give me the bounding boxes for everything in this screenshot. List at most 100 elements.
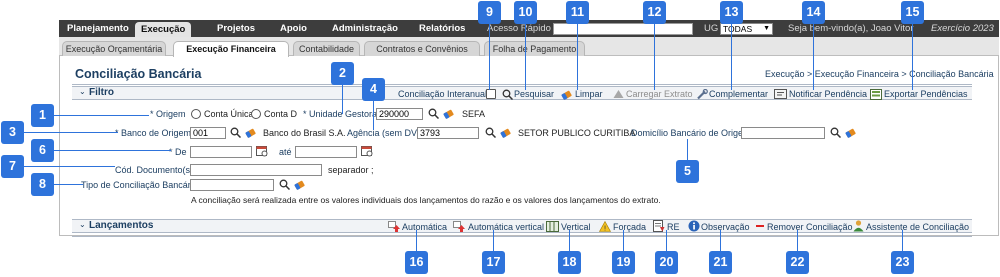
domicilio-bancario-input[interactable]	[741, 127, 825, 139]
vertical-button[interactable]: Vertical	[561, 222, 591, 232]
search-icon[interactable]	[279, 179, 290, 190]
pesquisar-button[interactable]: Pesquisar	[514, 89, 554, 99]
tab-execucao-orcamentaria[interactable]: Execução Orçamentária	[62, 41, 166, 56]
search-icon[interactable]	[502, 89, 513, 100]
info-icon[interactable]	[688, 220, 700, 232]
unidade-gestora-label: * Unidade Gestora	[303, 109, 378, 119]
unidade-gestora-input[interactable]: 290000	[376, 108, 423, 120]
callout-line-21	[720, 230, 721, 252]
unidade-gestora-description: SEFA	[462, 109, 486, 119]
tab-execucao-financeira[interactable]: Execução Financeira	[173, 41, 289, 57]
callout-line-19	[623, 230, 624, 252]
exportar-pendencias-button[interactable]: Exportar Pendências	[884, 89, 968, 99]
cod-documento-input[interactable]	[190, 164, 322, 176]
menu-projetos[interactable]: Projetos	[217, 20, 255, 37]
calendar-icon[interactable]	[256, 145, 268, 157]
quick-access-input[interactable]	[553, 23, 693, 35]
callout-badge-7: 7	[1, 155, 24, 178]
document-icon[interactable]	[653, 220, 665, 232]
callout-badge-8: 8	[31, 173, 54, 196]
origem-label: * Origem	[150, 109, 186, 119]
callout-badge-2: 2	[331, 62, 354, 85]
search-icon[interactable]	[485, 127, 496, 138]
cod-documento-label: Cód. Documento(s)	[115, 165, 194, 175]
eraser-icon[interactable]	[443, 108, 455, 119]
minus-icon[interactable]	[755, 221, 765, 231]
ug-select[interactable]: TODAS ▼	[720, 23, 773, 35]
re-button[interactable]: RE	[667, 222, 680, 232]
assistente-conciliacao-button[interactable]: Assistente de Conciliação	[866, 222, 969, 232]
page-title: Conciliação Bancária	[75, 67, 202, 81]
callout-badge-15: 15	[901, 1, 924, 24]
callout-line-20	[666, 230, 667, 252]
search-icon[interactable]	[230, 127, 241, 138]
warning-icon[interactable]: !	[599, 221, 611, 232]
vertical-icon[interactable]	[546, 221, 559, 232]
origem-radio-conta-unica[interactable]	[191, 109, 201, 119]
auto-reconcile-icon[interactable]	[388, 221, 401, 232]
forcada-button[interactable]: Forçada	[613, 222, 646, 232]
callout-badge-20: 20	[655, 251, 678, 274]
agencia-input[interactable]: 3793	[417, 127, 479, 139]
user-assistant-icon[interactable]	[853, 220, 864, 232]
tab-folha-pagamento[interactable]: Folha de Pagamento	[484, 41, 585, 56]
menu-relatorios[interactable]: Relatórios	[419, 20, 465, 37]
callout-badge-14: 14	[802, 1, 825, 24]
collapse-icon[interactable]: ⌄	[79, 220, 86, 229]
data-de-label: * De	[169, 147, 187, 157]
menu-administracao[interactable]: Administração	[332, 20, 398, 37]
wrench-icon[interactable]	[696, 89, 708, 100]
complementar-button[interactable]: Complementar	[709, 89, 768, 99]
tab-contratos-convenios[interactable]: Contratos e Convênios	[364, 41, 480, 56]
eraser-icon[interactable]	[245, 127, 257, 138]
limpar-button[interactable]: Limpar	[575, 89, 603, 99]
tab-contabilidade[interactable]: Contabilidade	[293, 41, 360, 56]
menu-planejamento[interactable]: Planejamento	[67, 20, 129, 37]
banco-origem-input[interactable]: 001	[190, 127, 226, 139]
observacao-button[interactable]: Observação	[701, 222, 750, 232]
notificar-pendencia-button[interactable]: Notificar Pendência	[789, 89, 867, 99]
callout-line-1	[53, 115, 149, 116]
callout-line-12	[654, 23, 655, 90]
conc-interanual-checkbox[interactable]	[486, 89, 496, 99]
origem-radio-conta-d[interactable]	[251, 109, 261, 119]
notification-icon[interactable]	[774, 89, 787, 100]
data-de-input[interactable]	[190, 146, 252, 158]
callout-line-22	[797, 230, 798, 252]
automatica-vertical-button[interactable]: Automática vertical	[468, 222, 544, 232]
automatica-button[interactable]: Automática	[402, 222, 447, 232]
tipo-conciliacao-label: Tipo de Conciliação Bancária	[81, 180, 198, 190]
chevron-down-icon: ▼	[763, 25, 770, 32]
menu-apoio[interactable]: Apoio	[280, 20, 307, 37]
title-divider	[72, 84, 972, 85]
calendar-icon[interactable]	[361, 145, 373, 157]
origem-option-conta-d: Conta D	[264, 109, 298, 119]
collapse-icon[interactable]: ⌄	[79, 87, 86, 96]
callout-line-14	[813, 23, 814, 90]
filtro-section-label: Filtro	[89, 87, 114, 98]
callout-badge-3: 3	[1, 121, 24, 144]
eraser-icon[interactable]	[294, 179, 306, 190]
callout-line-3	[24, 132, 118, 133]
breadcrumb[interactable]: Execução > Execução Financeira > Concili…	[765, 69, 994, 79]
search-icon[interactable]	[830, 127, 841, 138]
menu-execucao[interactable]: Execução	[135, 22, 192, 37]
origem-option-conta-unica: Conta Única	[204, 109, 254, 119]
remover-conciliacao-button[interactable]: Remover Conciliação	[767, 222, 853, 232]
eraser-icon[interactable]	[561, 89, 573, 100]
app-root: Planejamento Execução Projetos Apoio Adm…	[0, 0, 1000, 277]
callout-line-2	[342, 83, 343, 114]
eraser-icon[interactable]	[500, 127, 512, 138]
export-icon[interactable]	[870, 89, 882, 100]
data-ate-input[interactable]	[295, 146, 357, 158]
eraser-icon[interactable]	[845, 127, 857, 138]
callout-badge-17: 17	[482, 251, 505, 274]
search-icon[interactable]	[428, 108, 439, 119]
ug-select-value: TODAS	[723, 24, 753, 34]
auto-vertical-icon[interactable]	[453, 221, 466, 232]
tipo-conciliacao-input[interactable]	[190, 179, 274, 191]
banco-origem-label: * Banco de Origem	[115, 128, 192, 138]
carregar-extrato-button[interactable]: Carregar Extrato	[626, 89, 693, 99]
callout-line-8	[53, 184, 83, 185]
lancamentos-section-label: Lançamentos	[89, 220, 154, 231]
